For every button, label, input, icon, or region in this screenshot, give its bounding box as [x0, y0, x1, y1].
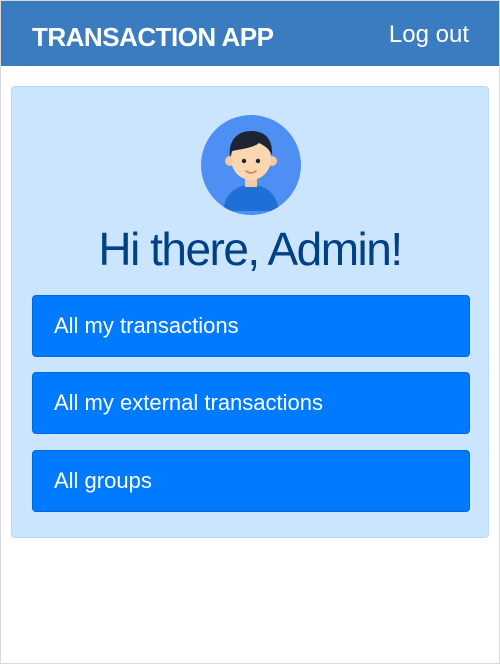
- all-transactions-button[interactable]: All my transactions: [32, 295, 470, 357]
- navbar: TRANSACTION APP Log out: [1, 1, 499, 66]
- all-external-transactions-button[interactable]: All my external transactions: [32, 372, 470, 434]
- logout-link[interactable]: Log out: [389, 20, 469, 50]
- user-avatar-icon: [201, 115, 301, 215]
- all-groups-button[interactable]: All groups: [32, 450, 470, 512]
- avatar-illustration: [223, 131, 279, 211]
- app-brand[interactable]: TRANSACTION APP: [32, 21, 274, 53]
- greeting-heading: Hi there, Admin!: [98, 223, 403, 275]
- welcome-card: Hi there, Admin! All my transactions All…: [11, 86, 489, 538]
